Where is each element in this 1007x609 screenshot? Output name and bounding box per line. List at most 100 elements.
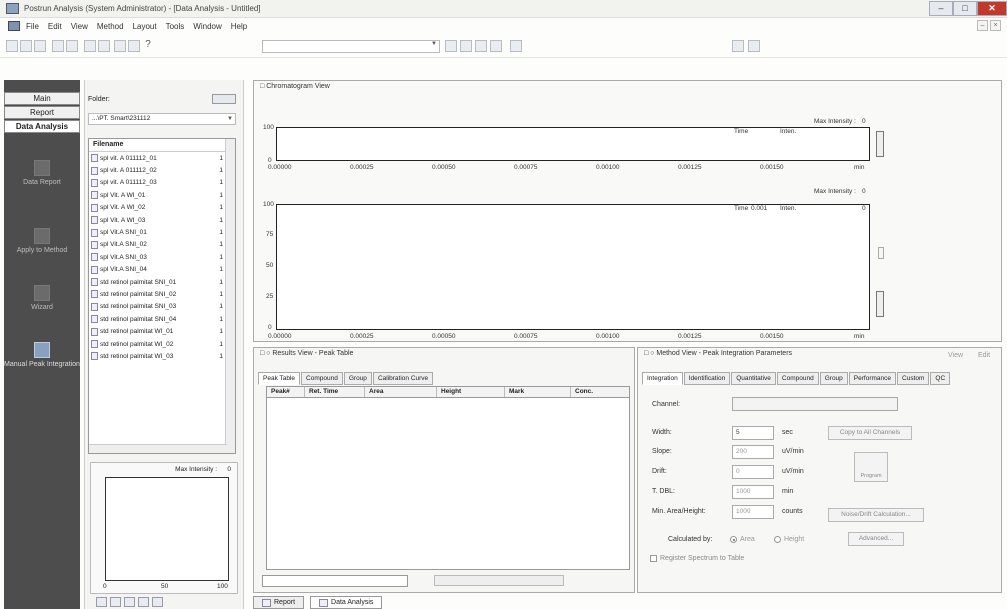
explorer-tool-1-icon[interactable] [96, 597, 107, 607]
plot2-side-icon[interactable] [876, 291, 884, 317]
file-row[interactable]: std retinol palmitat WI_01 1 [89, 325, 235, 337]
file-row[interactable]: std retinol palmitat SNI_03 1 [89, 301, 235, 313]
nav-wizard[interactable]: Wizard [4, 285, 80, 311]
report-icon[interactable] [98, 40, 110, 52]
explorer-tool-5-icon[interactable] [152, 597, 163, 607]
nav-tab-main[interactable]: Main [4, 92, 80, 105]
calc-area-radio[interactable] [730, 536, 737, 543]
folder-path-dropdown[interactable]: ...\PT. Smart\231112 ▼ [88, 113, 236, 125]
tab-custom[interactable]: Custom [897, 372, 930, 385]
minimize-button[interactable]: – [929, 1, 953, 16]
wand-icon[interactable] [510, 40, 522, 52]
tab-compound-method[interactable]: Compound [776, 372, 819, 385]
tab-compound[interactable]: Compound [301, 372, 343, 385]
tab-qc[interactable]: QC [930, 372, 951, 385]
doc-tab-report[interactable]: Report [253, 596, 305, 609]
undo-icon[interactable] [445, 40, 457, 52]
chromatogram-plot-2[interactable] [276, 204, 870, 330]
menu-method[interactable]: Method [97, 22, 124, 31]
col-conc[interactable]: Conc. [571, 387, 629, 397]
redo-icon[interactable] [460, 40, 472, 52]
menu-window[interactable]: Window [193, 22, 221, 31]
cut-icon[interactable] [52, 40, 64, 52]
method-view-button[interactable]: View [948, 352, 963, 359]
register-spectrum-checkbox[interactable] [650, 555, 657, 562]
peak-icon[interactable] [490, 40, 502, 52]
col-ret-time[interactable]: Ret. Time [305, 387, 365, 397]
maximize-button[interactable]: □ [953, 1, 977, 16]
sheet-tabs[interactable] [262, 575, 408, 587]
file-row[interactable]: spl Vit.A SNI_03 1 [89, 251, 235, 263]
nav-apply-to-method[interactable]: Apply to Method [4, 228, 80, 254]
help-icon[interactable]: ? [142, 40, 154, 52]
width-input[interactable]: 5 [732, 426, 774, 440]
file-row[interactable]: spl Vit. A WI_02 1 [89, 202, 235, 214]
print-icon[interactable] [34, 40, 46, 52]
advanced-button[interactable]: Advanced... [848, 532, 904, 546]
file-row[interactable]: spl Vit.A SNI_02 1 [89, 239, 235, 251]
file-row[interactable]: std retinol palmitat WI_03 1 [89, 350, 235, 362]
plot2-scroll-handle[interactable] [878, 247, 884, 259]
file-list-hscrollbar[interactable] [89, 444, 227, 453]
explorer-tool-3-icon[interactable] [124, 597, 135, 607]
tab-performance[interactable]: Performance [848, 372, 897, 385]
open-icon[interactable] [6, 40, 18, 52]
peak-table-body[interactable] [266, 398, 630, 570]
menu-file[interactable]: File [26, 22, 39, 31]
file-list-scrollbar[interactable] [225, 139, 235, 453]
program-button[interactable]: Program [854, 452, 888, 482]
slope-input[interactable]: 200 [732, 445, 774, 459]
channel-dropdown[interactable] [732, 397, 898, 411]
menu-layout[interactable]: Layout [133, 22, 157, 31]
menu-view[interactable]: View [71, 22, 88, 31]
file-row[interactable]: spl Vit.A SNI_01 1 [89, 226, 235, 238]
nav-data-report[interactable]: Data Report [4, 160, 80, 186]
nav-tab-report[interactable]: Report [4, 106, 80, 119]
tab-group[interactable]: Group [343, 372, 372, 385]
file-row[interactable]: spl vit. A 011112_03 1 [89, 177, 235, 189]
results-hscrollbar[interactable] [434, 575, 564, 586]
file-row[interactable]: std retinol palmitat SNI_02 1 [89, 288, 235, 300]
method-edit-button[interactable]: Edit [978, 352, 990, 359]
file-row[interactable]: spl vit. A 011112_02 1 [89, 164, 235, 176]
copy-to-all-channels-button[interactable]: Copy to All Channels [828, 426, 912, 440]
layout-icon[interactable] [84, 40, 96, 52]
file-row[interactable]: std retinol palmitat SNI_04 1 [89, 313, 235, 325]
mdi-restore-button[interactable]: – [977, 20, 988, 31]
file-row[interactable]: std retinol palmitat WI_02 1 [89, 338, 235, 350]
min-area-input[interactable]: 1000 [732, 505, 774, 519]
menu-help[interactable]: Help [231, 22, 247, 31]
file-row[interactable]: spl vit. A 011112_01 1 [89, 152, 235, 164]
tab-peak-table[interactable]: Peak Table [258, 372, 301, 385]
file-list-header[interactable]: Filename [89, 139, 235, 152]
nav-tab-data-analysis[interactable]: Data Analysis [4, 120, 80, 133]
doc-tab-data-analysis[interactable]: Data Analysis [310, 596, 383, 609]
chrom-tool-icon[interactable] [732, 40, 744, 52]
menu-edit[interactable]: Edit [48, 22, 62, 31]
explorer-tool-2-icon[interactable] [110, 597, 121, 607]
folder-view-icon[interactable] [212, 94, 236, 104]
tab-quantitative[interactable]: Quantitative [731, 372, 776, 385]
file-row[interactable]: spl Vit. A WI_03 1 [89, 214, 235, 226]
col-height[interactable]: Height [437, 387, 505, 397]
tab-identification[interactable]: Identification [683, 372, 731, 385]
save-icon[interactable] [20, 40, 32, 52]
explorer-tool-4-icon[interactable] [138, 597, 149, 607]
spectrum-tool-icon[interactable] [748, 40, 760, 52]
menu-tools[interactable]: Tools [166, 22, 185, 31]
export-icon[interactable] [128, 40, 140, 52]
file-row[interactable]: spl Vit.A SNI_04 1 [89, 264, 235, 276]
tab-calibration-curve[interactable]: Calibration Curve [372, 372, 434, 385]
tab-group-method[interactable]: Group [819, 372, 848, 385]
calc-height-radio[interactable] [774, 536, 781, 543]
file-row[interactable]: std retinol palmitat SNI_01 1 [89, 276, 235, 288]
noise-drift-calculation-button[interactable]: Noise/Drift Calculation... [828, 508, 924, 522]
nav-manual-peak-integration[interactable]: Manual Peak Integration [4, 342, 80, 368]
toolbar-dropdown[interactable]: ▼ [262, 40, 440, 53]
zoom-icon[interactable] [66, 40, 78, 52]
col-peak-number[interactable]: Peak# [267, 387, 305, 397]
tdbl-input[interactable]: 1000 [732, 485, 774, 499]
drift-input[interactable]: 0 [732, 465, 774, 479]
window-icon[interactable] [114, 40, 126, 52]
cursor-icon[interactable] [475, 40, 487, 52]
